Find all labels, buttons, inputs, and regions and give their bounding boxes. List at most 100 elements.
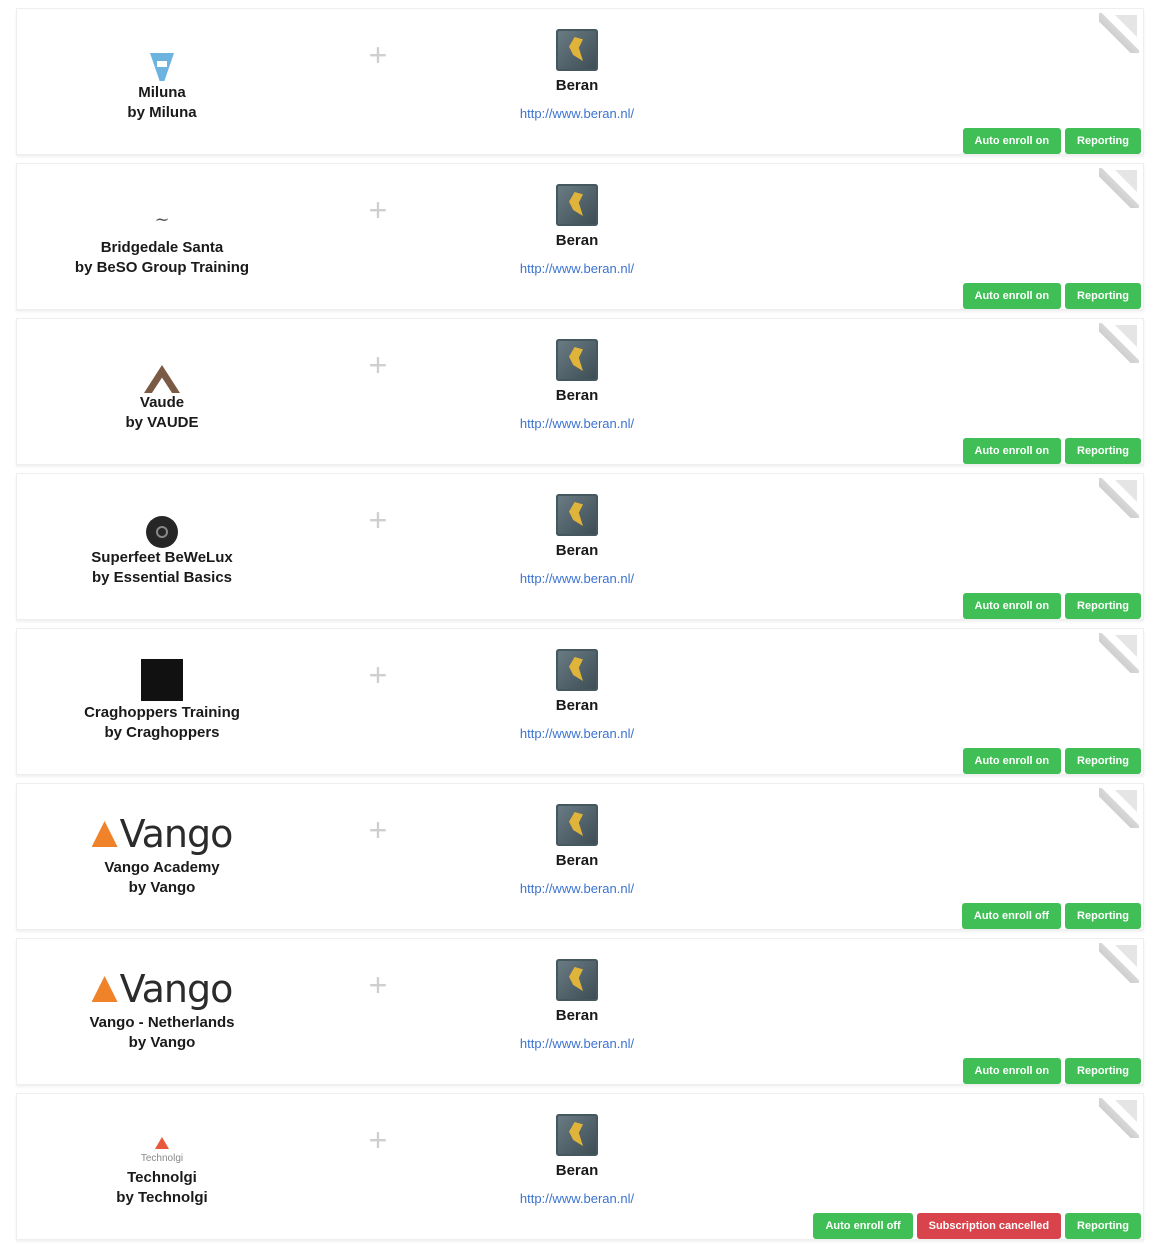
status-badge[interactable]: Reporting <box>1065 1058 1141 1084</box>
status-badges: Auto enroll on Reporting <box>962 438 1141 464</box>
partner-link[interactable]: http://www.beran.nl/ <box>497 881 657 896</box>
plus-icon: + <box>368 37 388 73</box>
partnership-card: Vaude by VAUDE + Beran http://www.beran.nl/A… <box>16 318 1144 465</box>
provider-owner: by Miluna <box>127 104 197 121</box>
vango-triangle-icon <box>91 821 118 847</box>
vango-logo-text: Vango <box>119 967 234 1011</box>
partnership-card: Superfeet BeWeLux by Essential Basics + Ber… <box>16 473 1144 620</box>
partner-link[interactable]: http://www.beran.nl/ <box>497 261 657 276</box>
status-badge[interactable]: Auto enroll off <box>813 1213 913 1239</box>
provider-owner: by Technolgi <box>116 1189 208 1206</box>
partner-name: Beran <box>555 77 599 94</box>
provider-block[interactable]: Technolgi Technolgi by Technolgi <box>47 1112 277 1208</box>
status-badges: Auto enroll on Reporting <box>962 1058 1141 1084</box>
plus-icon: + <box>368 812 388 848</box>
partner-logo-icon <box>556 494 598 536</box>
page-curl-icon <box>1099 13 1139 53</box>
status-badge[interactable]: Subscription cancelled <box>916 1213 1062 1239</box>
partnership-card: Vango Vango - Netherlands by Vango + Beran ht… <box>16 938 1144 1085</box>
provider-logo <box>47 492 277 548</box>
page-curl-icon <box>1099 478 1139 518</box>
provider-owner: by Vango <box>128 1034 196 1051</box>
status-badges: Auto enroll on Reporting <box>962 283 1141 309</box>
partner-link[interactable]: http://www.beran.nl/ <box>497 1036 657 1051</box>
partner-block: Beran http://www.beran.nl/ <box>497 29 657 121</box>
square-logo-icon <box>141 659 183 701</box>
provider-owner: by VAUDE <box>125 414 199 431</box>
provider-block[interactable]: Superfeet BeWeLux by Essential Basics <box>47 492 277 588</box>
status-badge[interactable]: Auto enroll on <box>962 748 1062 774</box>
status-badge[interactable]: Reporting <box>1065 748 1141 774</box>
page-curl-icon <box>1099 323 1139 363</box>
circle-logo-icon <box>146 516 178 548</box>
page-curl-fold <box>1115 170 1137 192</box>
partner-link[interactable]: http://www.beran.nl/ <box>497 571 657 586</box>
partnership-card: Technolgi Technolgi by Technolgi + Beran http… <box>16 1093 1144 1240</box>
technolgi-mark-icon <box>154 1137 169 1149</box>
status-badge[interactable]: Auto enroll on <box>962 593 1062 619</box>
status-badge[interactable]: Reporting <box>1065 438 1141 464</box>
vango-logo-icon: Vango <box>91 967 234 1013</box>
page-curl-fold <box>1115 635 1137 657</box>
partner-logo-icon <box>556 959 598 1001</box>
provider-name: Vaude <box>139 394 185 411</box>
partnership-card: Miluna by Miluna + Beran http://www.beran.nl… <box>16 8 1144 155</box>
status-badge[interactable]: Auto enroll on <box>962 283 1062 309</box>
partner-link[interactable]: http://www.beran.nl/ <box>497 416 657 431</box>
partner-block: Beran http://www.beran.nl/ <box>497 1114 657 1206</box>
page-curl-icon <box>1099 633 1139 673</box>
page-curl-fold <box>1115 790 1137 812</box>
technolgi-logo-icon: Technolgi <box>141 1137 183 1168</box>
partner-name: Beran <box>555 1162 599 1179</box>
page-curl-fold <box>1115 945 1137 967</box>
provider-name: Bridgedale Santa <box>100 239 224 256</box>
provider-block[interactable]: Vango Vango - Netherlands by Vango <box>47 957 277 1053</box>
partner-logo-icon <box>556 29 598 71</box>
partner-link[interactable]: http://www.beran.nl/ <box>497 1191 657 1206</box>
status-badge[interactable]: Auto enroll on <box>962 128 1062 154</box>
status-badge[interactable]: Reporting <box>1065 1213 1141 1239</box>
status-badges: Auto enroll off Subscription cancelled Rep… <box>813 1213 1141 1239</box>
provider-block[interactable]: Vango Vango Academy by Vango <box>47 802 277 898</box>
plus-icon: + <box>368 967 388 1003</box>
provider-block[interactable]: Craghoppers Training by Craghoppers <box>47 647 277 743</box>
partner-block: Beran http://www.beran.nl/ <box>497 494 657 586</box>
status-badge[interactable]: Auto enroll on <box>962 438 1062 464</box>
provider-block[interactable]: Miluna by Miluna <box>47 27 277 123</box>
partnership-card: Vango Vango Academy by Vango + Beran http://w… <box>16 783 1144 930</box>
partner-block: Beran http://www.beran.nl/ <box>497 959 657 1051</box>
partner-block: Beran http://www.beran.nl/ <box>497 649 657 741</box>
partner-link[interactable]: http://www.beran.nl/ <box>497 106 657 121</box>
plus-icon: + <box>368 192 388 228</box>
status-badge[interactable]: Reporting <box>1065 593 1141 619</box>
plus-icon: + <box>368 347 388 383</box>
triangle-logo-icon <box>144 365 180 393</box>
status-badge[interactable]: Auto enroll on <box>962 1058 1062 1084</box>
partner-block: Beran http://www.beran.nl/ <box>497 339 657 431</box>
provider-name: Superfeet BeWeLux <box>91 549 233 566</box>
partner-link[interactable]: http://www.beran.nl/ <box>497 726 657 741</box>
partner-name: Beran <box>555 852 599 869</box>
provider-block[interactable]: ~ Bridgedale Santa by BeSO Group Training <box>47 182 277 278</box>
partner-name: Beran <box>555 232 599 249</box>
provider-logo: Vango <box>47 957 277 1013</box>
vango-logo-text: Vango <box>119 812 234 856</box>
funnel-logo-icon <box>150 53 174 83</box>
partner-name: Beran <box>555 1007 599 1024</box>
partner-name: Beran <box>555 542 599 559</box>
partner-block: Beran http://www.beran.nl/ <box>497 184 657 276</box>
status-badge[interactable]: Auto enroll off <box>961 903 1062 929</box>
status-badge[interactable]: Reporting <box>1065 283 1141 309</box>
provider-name: Craghoppers Training <box>84 704 240 721</box>
page-curl-fold <box>1115 325 1137 347</box>
status-badge[interactable]: Reporting <box>1065 128 1141 154</box>
script-logo-icon: ~ <box>154 209 170 230</box>
page-curl-icon <box>1099 168 1139 208</box>
partner-name: Beran <box>555 697 599 714</box>
status-badge[interactable]: Reporting <box>1065 903 1141 929</box>
provider-logo <box>47 647 277 703</box>
provider-owner: by Vango <box>128 879 196 896</box>
provider-block[interactable]: Vaude by VAUDE <box>47 337 277 433</box>
provider-name: Miluna <box>138 84 186 101</box>
status-badges: Auto enroll off Reporting <box>961 903 1141 929</box>
